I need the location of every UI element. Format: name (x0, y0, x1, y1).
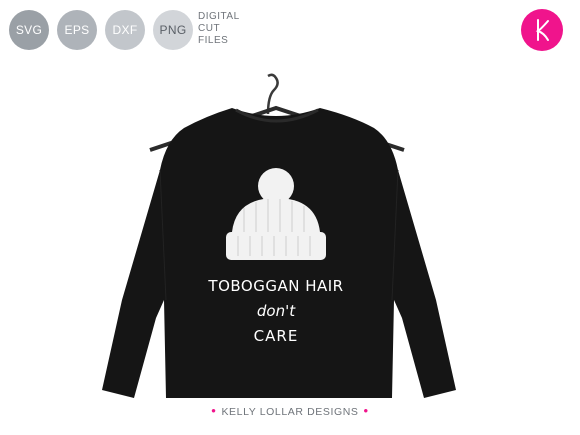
bullet-left-icon: • (211, 403, 217, 418)
shirt-mockup: TOBOGGAN HAIR don't CARE (102, 73, 456, 398)
brand-name: KELLY LOLLAR DESIGNS (221, 406, 359, 418)
design-line-2: don't (257, 302, 296, 320)
bullet-right-icon: • (363, 403, 369, 418)
footer-brand: • KELLY LOLLAR DESIGNS • (0, 403, 580, 418)
design-line-1: TOBOGGAN HAIR (207, 277, 343, 295)
design-line-3: CARE (254, 327, 299, 345)
